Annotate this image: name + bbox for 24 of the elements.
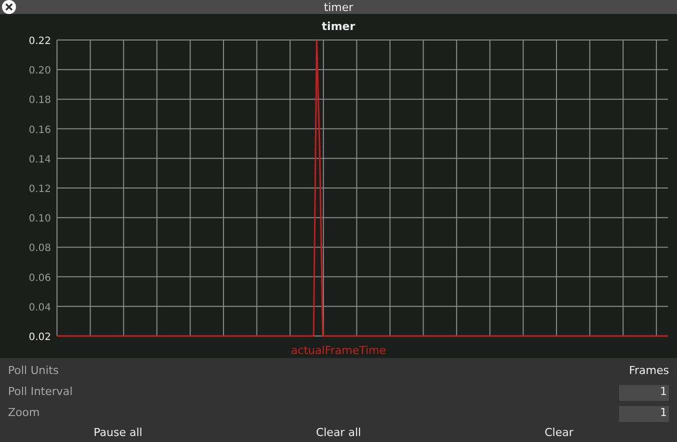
y-tick-label: 0.20 <box>28 66 51 77</box>
number-field[interactable]: 1 <box>619 384 669 400</box>
y-tick-label: 0.16 <box>28 124 51 136</box>
action-button[interactable]: Clear <box>449 424 669 442</box>
y-tick-label: 0.04 <box>28 302 51 314</box>
y-tick-label: 0.08 <box>28 243 51 254</box>
y-tick-label: 0.12 <box>28 184 51 195</box>
chart-title: timer <box>322 20 356 33</box>
y-tick-label: 0.06 <box>28 272 51 284</box>
setting-value: Frames <box>628 363 669 380</box>
window-title: timer <box>324 2 354 12</box>
y-tick-label: 0.10 <box>28 214 51 225</box>
setting-label: Poll Units <box>8 363 59 380</box>
y-tick-label: 0.14 <box>28 154 51 166</box>
y-tick-label: 0.02 <box>28 332 51 343</box>
setting-label: Poll Interval <box>8 384 73 400</box>
legend-label: actualFrameTime <box>290 344 386 357</box>
y-tick-label: 0.22 <box>28 36 51 47</box>
action-button[interactable]: Pause all <box>8 424 228 442</box>
setting-label: Zoom <box>8 405 40 422</box>
action-button[interactable]: Clear all <box>228 424 448 442</box>
number-field[interactable]: 1 <box>619 406 669 422</box>
y-tick-label: 0.18 <box>28 95 51 106</box>
close-icon[interactable] <box>2 0 16 14</box>
